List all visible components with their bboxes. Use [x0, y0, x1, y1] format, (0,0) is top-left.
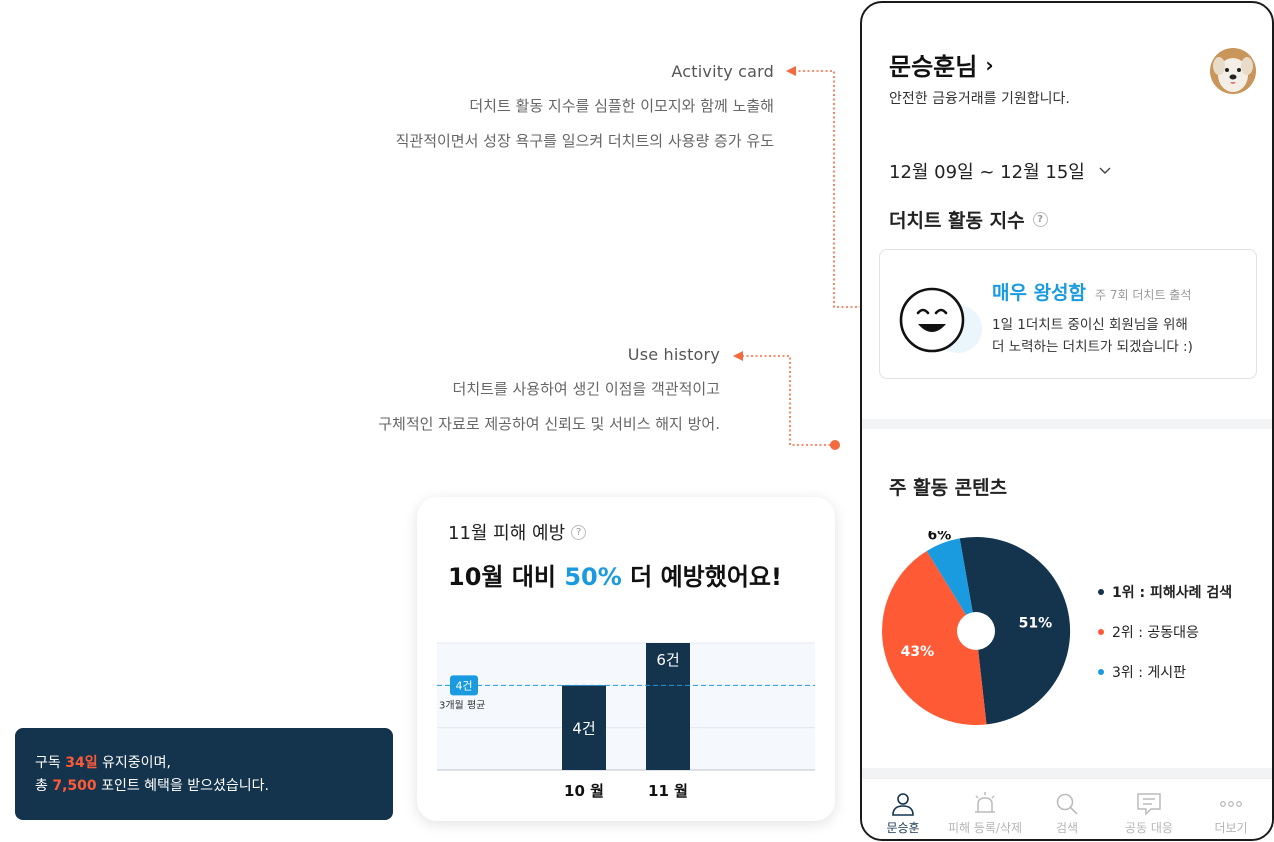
annotation-title: Use history [627, 345, 720, 364]
date-range-text: 12월 09일 ~ 12월 15일 [889, 162, 1085, 183]
legend-dot [1098, 629, 1104, 635]
legend-dot [1098, 589, 1104, 595]
prevention-card: 11월 피해 예방 ? 10월 대비 50% 더 예방했어요! 4건 10 월 6건… [417, 497, 835, 821]
activity-label-text: 더치트 활동 지수 [889, 210, 1025, 232]
annotation-line: 직관적이면서 성장 욕구를 일으켜 더치트의 사용량 증가 유도 [395, 132, 774, 150]
activity-level: 매우 왕성함 [992, 282, 1087, 304]
pie-center-hole [957, 612, 995, 650]
avatar[interactable] [1210, 48, 1256, 94]
dog-avatar-icon [1210, 48, 1256, 94]
subscription-summary: 구독 34일 유지중이며, 총 7,500 포인트 혜택을 받으셨습니다. [15, 728, 393, 820]
help-icon[interactable]: ? [571, 524, 587, 540]
tab-label: 검색 [1055, 821, 1079, 835]
activity-section-title: 더치트 활동 지수 ? [889, 206, 1048, 233]
subscription-points: 7,500 [52, 778, 97, 794]
legend-label: 2위 : 공동대응 [1112, 625, 1199, 641]
activity-message: 1일 1더치트 중이신 회원님을 위해 더 노력하는 더치트가 되겠습니다 :) [992, 314, 1193, 358]
chevron-down-icon [1099, 164, 1111, 178]
prevention-title-text: 11월 피해 예방 [448, 523, 566, 544]
greeting-text: 안전한 금융거래를 기원합니다. [889, 91, 1070, 107]
user-name: 문승훈님 [889, 53, 978, 81]
prevention-title: 11월 피해 예방 ? [448, 519, 587, 545]
arrow-head-icon [733, 351, 743, 361]
person-icon [892, 793, 914, 816]
bar-value-label: 4건 [572, 720, 595, 738]
phone-frame: 문승훈님 › 안전한 금융거래를 기원합니다. 12월 09일 ~ 12월 15… [860, 1, 1274, 841]
pie-slice-label: 51% [1019, 615, 1053, 631]
pie-legend: 1위 : 피해사례 검색 2위 : 공동대응 3위 : 게시판 [1098, 581, 1232, 701]
tab-my[interactable]: 문승훈 [862, 779, 944, 839]
activity-card-annotation: Activity card 더치트 활동 지수를 심플한 이모지와 함께 노출해… [396, 62, 774, 166]
search-icon [1056, 793, 1078, 815]
legend-item: 3위 : 게시판 [1098, 661, 1232, 683]
activity-count: 주 7회 더치트 출석 [1095, 288, 1192, 302]
siren-icon [975, 792, 995, 813]
annotation-line: 더치트를 사용하여 생긴 이점을 객관적이고 [452, 380, 720, 398]
user-name-link[interactable]: 문승훈님 › [889, 47, 994, 82]
activity-message-line: 1일 1더치트 중이신 회원님을 위해 [992, 317, 1188, 333]
section-divider [862, 419, 1272, 429]
pie-slice-label: 43% [901, 644, 935, 660]
activity-pie-chart: 51% 43% 6% [882, 531, 1071, 725]
prevention-headline: 10월 대비 50% 더 예방했어요! [448, 563, 782, 591]
legend-label: 1위 : 피해사례 검색 [1112, 585, 1233, 601]
x-tick-label: 10 월 [564, 782, 604, 800]
x-tick-label: 11 월 [648, 782, 688, 800]
average-label: 3개월 평균 [439, 699, 485, 711]
annotation-line: 구체적인 자료로 제공하여 신뢰도 및 서비스 해지 방어. [378, 415, 720, 433]
activity-message-line: 더 노력하는 더치트가 되겠습니다 :) [992, 339, 1193, 355]
connector-line-history [742, 355, 834, 446]
more-icon [1220, 801, 1242, 807]
bar-value-label: 6건 [656, 651, 679, 669]
legend-item: 2위 : 공동대응 [1098, 621, 1232, 643]
tab-label: 더보기 [1214, 821, 1248, 835]
bottom-tab-bar: 문승훈 피해 등록/삭제 검색 공동 대응 더보기 [862, 778, 1272, 839]
annotation-line: 더치트 활동 지수를 심플한 이모지와 함께 노출해 [469, 97, 774, 115]
tab-joint-response[interactable]: 공동 대응 [1108, 779, 1190, 839]
connector-dot [830, 440, 840, 450]
tab-more[interactable]: 더보기 [1190, 779, 1272, 839]
tab-search[interactable]: 검색 [1026, 779, 1108, 839]
prevention-percent: 50% [564, 563, 622, 591]
activity-card: 매우 왕성함 주 7회 더치트 출석 1일 1더치트 중이신 회원님을 위해 더… [879, 249, 1257, 379]
legend-item: 1위 : 피해사례 검색 [1098, 581, 1232, 603]
help-icon[interactable]: ? [1032, 212, 1048, 227]
tab-damage-register[interactable]: 피해 등록/삭제 [944, 779, 1026, 839]
activity-status: 매우 왕성함 주 7회 더치트 출석 [992, 278, 1191, 305]
use-history-annotation: Use history 더치트를 사용하여 생긴 이점을 객관적이고 구체적인 … [378, 345, 720, 449]
date-range-selector[interactable]: 12월 09일 ~ 12월 15일 [889, 158, 1111, 184]
average-badge-label: 4건 [455, 679, 472, 692]
annotation-title: Activity card [671, 62, 774, 81]
prevention-bar-chart: 4건 10 월 6건 11 월 4건 3개월 평균 [437, 642, 815, 800]
chart-plot-area [437, 643, 815, 770]
subscription-line-1: 구독 34일 유지중이며, [35, 755, 171, 771]
legend-dot [1098, 669, 1104, 675]
tab-label: 문승훈 [886, 821, 920, 835]
chat-icon [1137, 793, 1161, 816]
chevron-right-icon: › [985, 52, 994, 77]
subscription-line-2: 총 7,500 포인트 혜택을 받으셨습니다. [35, 778, 270, 794]
legend-label: 3위 : 게시판 [1112, 665, 1187, 681]
smiley-face-icon [899, 287, 982, 353]
subscription-days: 34일 [65, 755, 98, 771]
tab-label: 피해 등록/삭제 [947, 821, 1023, 835]
arrow-head-icon [786, 66, 796, 76]
pie-slice-label: 6% [928, 531, 952, 544]
contents-section-title: 주 활동 콘텐츠 [889, 477, 1008, 499]
tab-label: 공동 대응 [1125, 821, 1173, 835]
section-divider [862, 768, 1272, 778]
